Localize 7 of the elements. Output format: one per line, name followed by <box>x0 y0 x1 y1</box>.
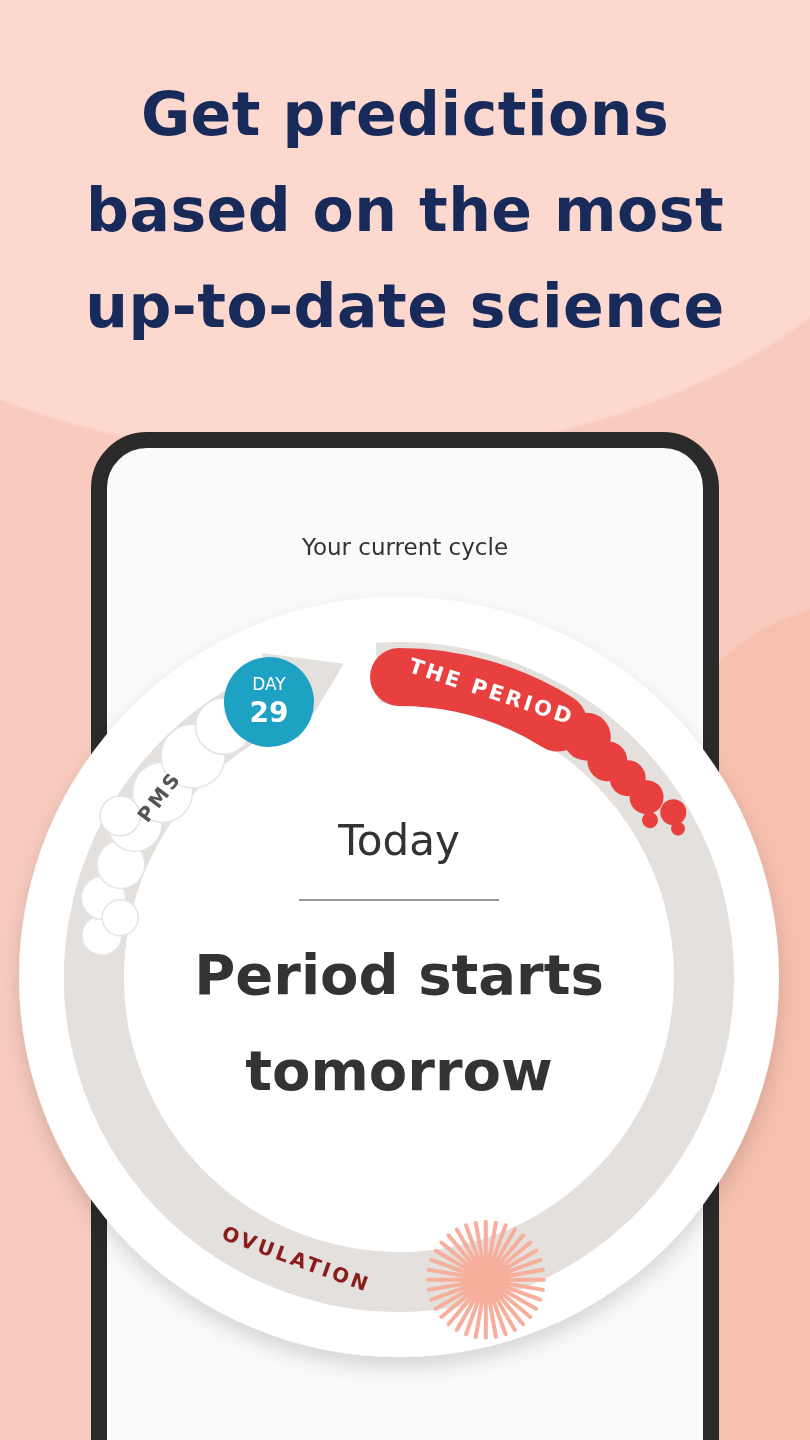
headline: Get predictions based on the most up-to-date science <box>84 78 726 343</box>
screen-title: Your current cycle <box>301 534 509 560</box>
day-label: DAY <box>252 674 286 694</box>
sun-icon <box>425 1219 546 1340</box>
today-label: Today <box>338 815 460 867</box>
prediction-text: Period starts tomorrow <box>193 941 605 1105</box>
day-number: 29 <box>249 696 289 729</box>
